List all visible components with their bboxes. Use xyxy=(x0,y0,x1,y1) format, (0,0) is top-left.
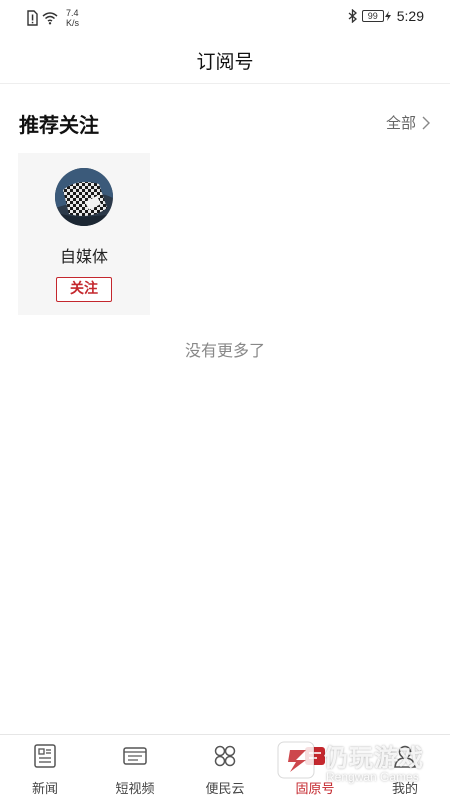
clock: 5:29 xyxy=(396,8,424,24)
status-left: 7.4 K/s xyxy=(26,8,79,28)
follow-button[interactable]: 关注 xyxy=(56,277,112,302)
network-speed-unit: K/s xyxy=(66,18,80,28)
video-icon xyxy=(123,747,147,765)
tab-short-video-label: 短视频 xyxy=(115,782,155,797)
tab-news[interactable]: 新闻 xyxy=(0,735,90,800)
section-title: 推荐关注 xyxy=(19,113,99,137)
wifi-icon xyxy=(42,12,58,25)
account-name[interactable]: 自媒体 xyxy=(18,243,150,267)
user-icon xyxy=(394,745,416,768)
grid-icon xyxy=(214,745,236,767)
subscription-icon xyxy=(305,747,325,765)
status-bar: 7.4 K/s 99 5:29 xyxy=(0,0,450,34)
tab-mine[interactable]: 我的 xyxy=(360,735,450,800)
network-speed: 7.4 K/s xyxy=(66,8,79,28)
battery-indicator: 99 xyxy=(361,10,391,22)
nav-bar: 订阅号 xyxy=(0,34,450,84)
tab-mine-label: 我的 xyxy=(391,782,418,797)
see-all-link[interactable]: 全部 xyxy=(386,112,430,133)
tab-services[interactable]: 便民云 xyxy=(180,735,270,800)
battery-level: 99 xyxy=(361,10,384,22)
see-all-label: 全部 xyxy=(385,114,416,132)
network-speed-value: 7.4 xyxy=(66,8,79,18)
tab-services-label: 便民云 xyxy=(205,782,245,797)
newspaper-icon xyxy=(34,744,56,768)
tab-news-label: 新闻 xyxy=(31,782,58,797)
status-right: 99 5:29 xyxy=(348,8,424,24)
account-card[interactable]: 自媒体 关注 xyxy=(18,153,150,315)
avatar[interactable] xyxy=(55,168,113,226)
bottom-tab-bar: 新闻 短视频 便民云 固原号 我的 xyxy=(0,734,450,800)
chevron-right-icon xyxy=(422,116,430,129)
page-title: 订阅号 xyxy=(196,51,254,73)
list-end-message: 没有更多了 xyxy=(184,341,265,360)
tab-guyuan-hao[interactable]: 固原号 xyxy=(270,735,360,800)
bluetooth-icon xyxy=(348,9,357,23)
tab-short-video[interactable]: 短视频 xyxy=(90,735,180,800)
sim-alert-icon xyxy=(27,10,38,26)
tab-guyuan-hao-label: 固原号 xyxy=(295,782,335,797)
charging-icon xyxy=(384,11,391,21)
